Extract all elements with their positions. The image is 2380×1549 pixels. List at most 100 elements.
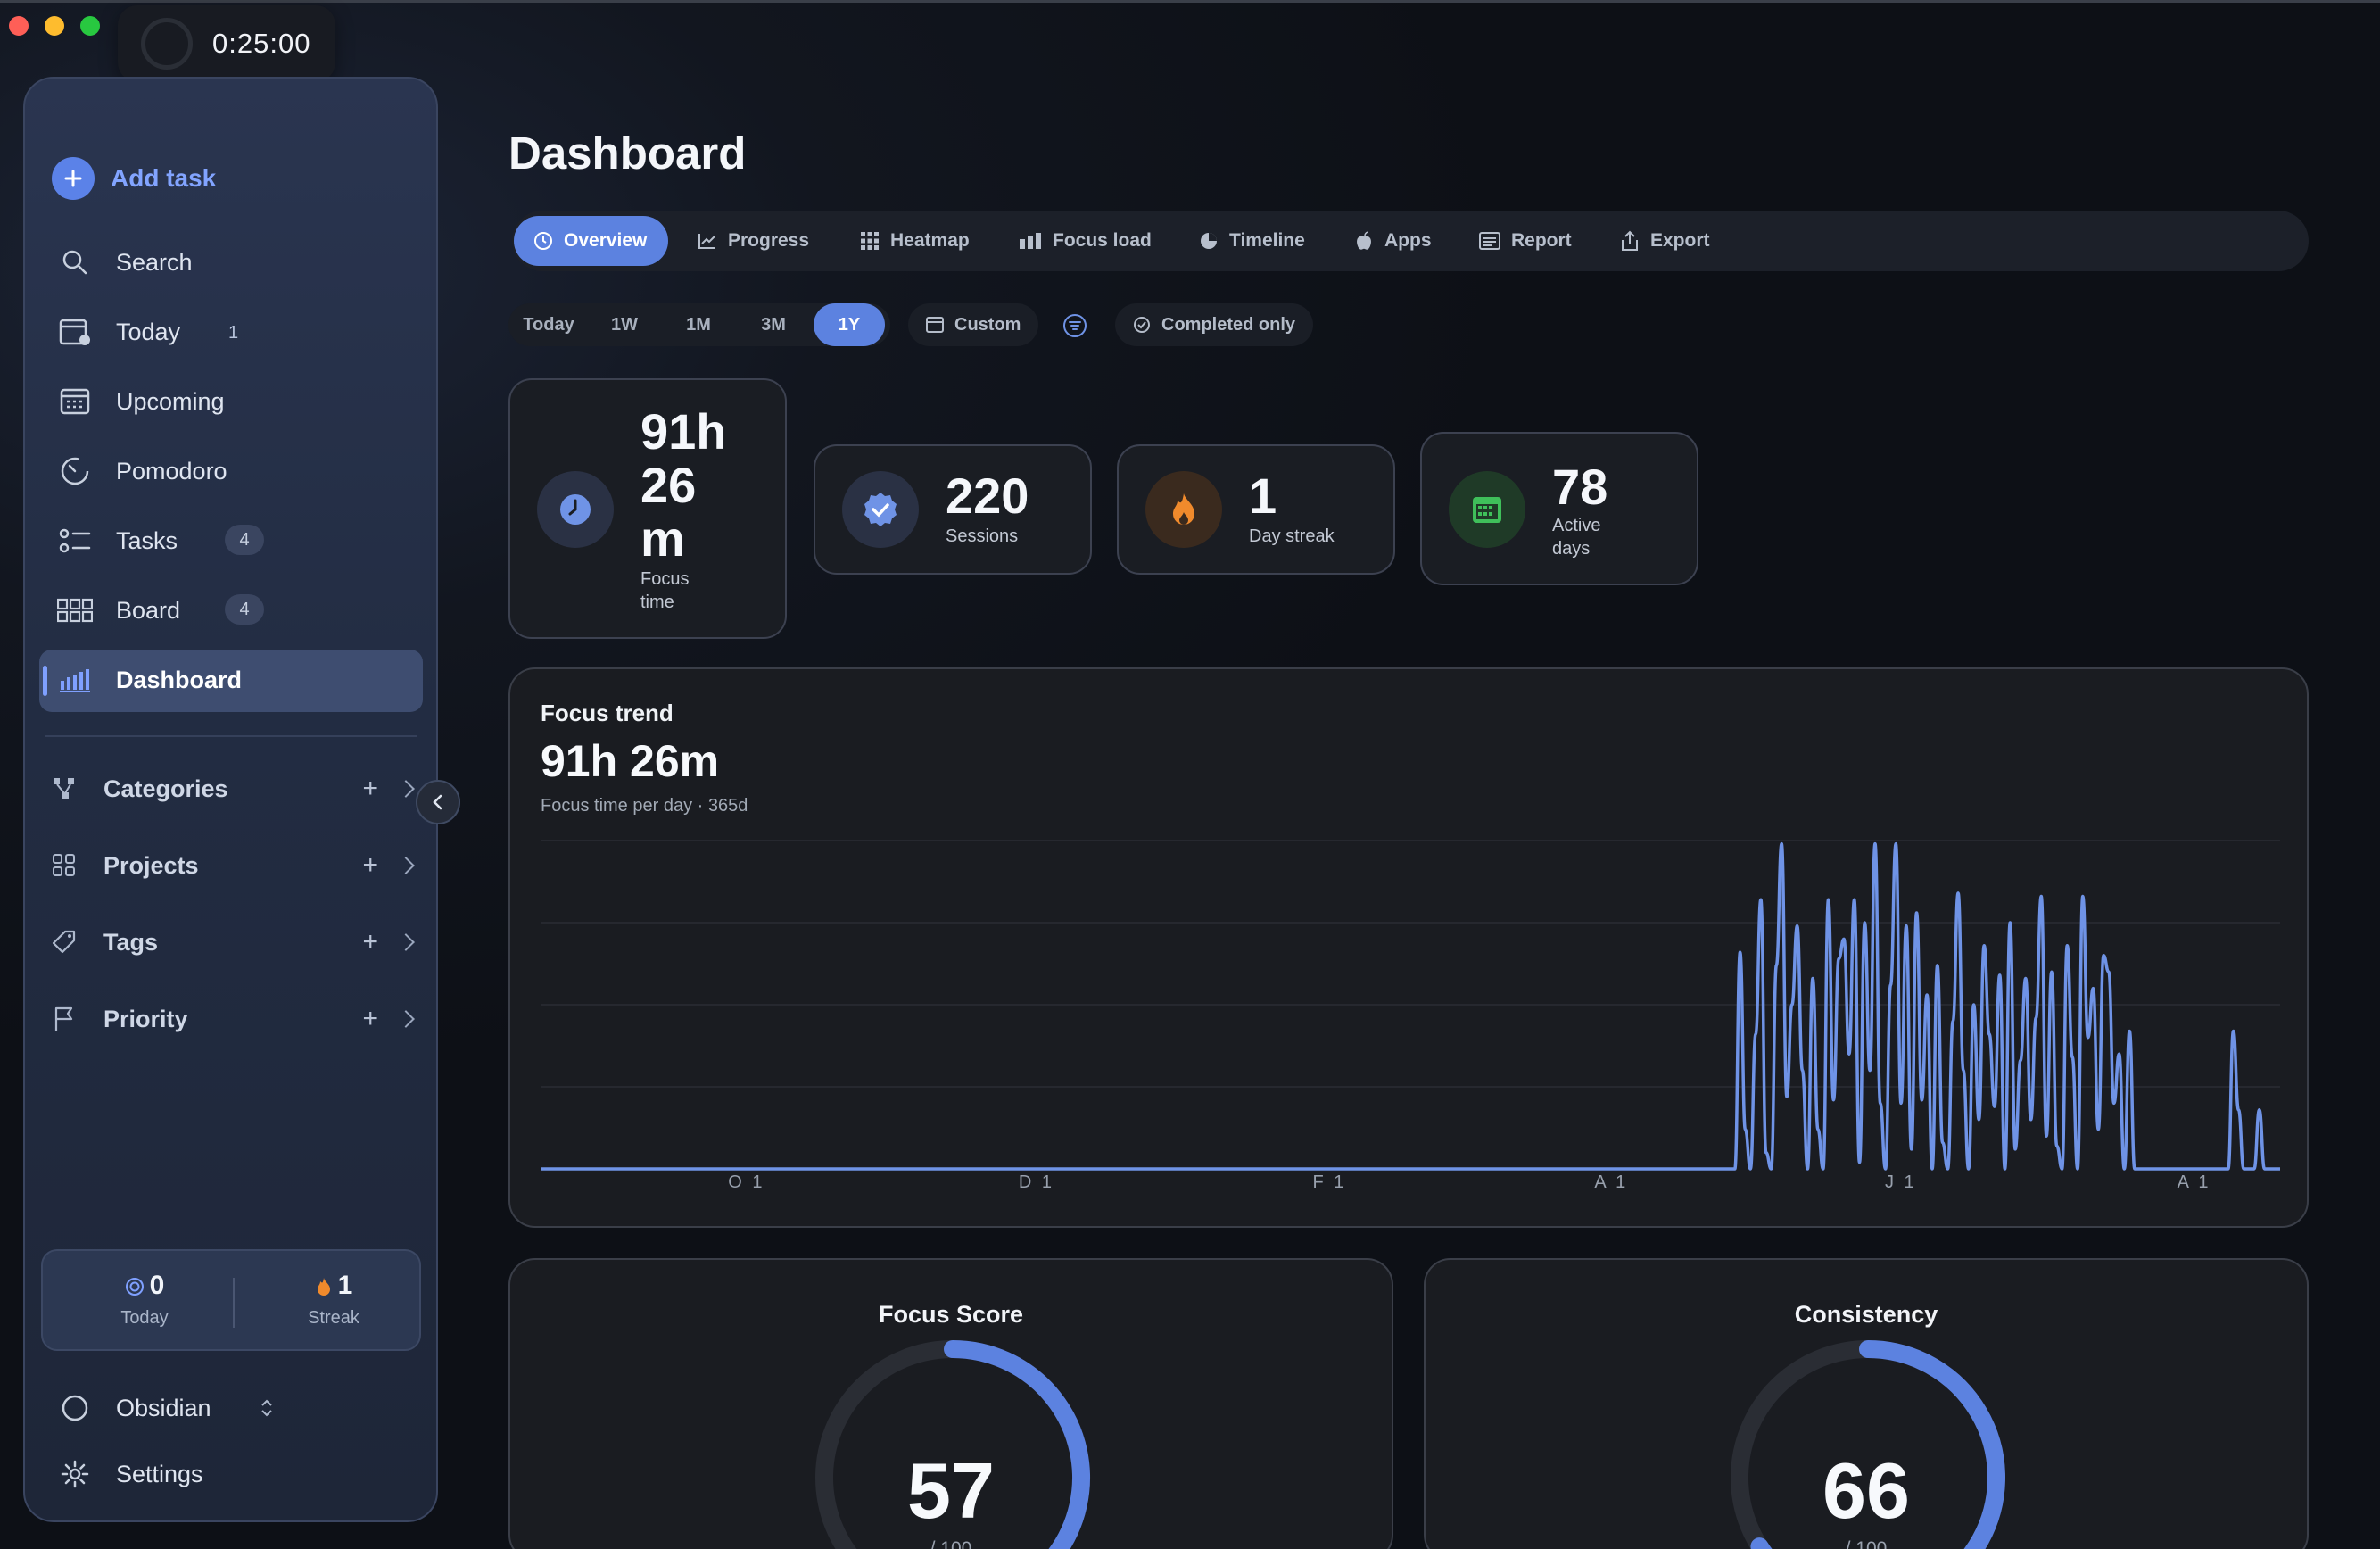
settings-button[interactable]: Settings (57, 1447, 203, 1501)
section-label: Projects (103, 851, 199, 879)
kpi-day-streak: 1 Day streak (1117, 444, 1395, 575)
sidebar-item-pomodoro[interactable]: Pomodoro (57, 444, 227, 498)
clock-icon (537, 471, 614, 548)
plus-icon (52, 157, 95, 200)
add-priority-icon[interactable]: + (362, 1004, 378, 1034)
calendar-icon (57, 384, 93, 419)
sidebar-item-label: Pomodoro (116, 457, 227, 485)
grid-dots-icon (861, 232, 879, 250)
close-window-button[interactable] (9, 16, 29, 36)
tab-progress[interactable]: Progress (698, 216, 809, 266)
kpi-focus-label-2: time (640, 592, 674, 612)
section-projects[interactable]: Projects + (46, 839, 421, 892)
add-task-button[interactable]: Add task (52, 152, 216, 205)
settings-label: Settings (116, 1460, 203, 1487)
x-tick-label: A 1 (2177, 1172, 2211, 1192)
filter-icon (1063, 314, 1087, 337)
range-1y[interactable]: 1Y (814, 303, 885, 346)
consistency-max: / 100 (1845, 1538, 1888, 1549)
sidebar-item-label: Tasks (116, 526, 178, 554)
streak-stat-label: Streak (308, 1308, 359, 1328)
x-tick-label: O 1 (728, 1172, 765, 1192)
chevron-right-icon[interactable] (397, 857, 415, 874)
add-category-icon[interactable]: + (362, 774, 378, 804)
tab-timeline[interactable]: Timeline (1199, 216, 1305, 266)
chevron-right-icon[interactable] (397, 780, 415, 798)
kpi-active-days: 78 Active days (1420, 432, 1698, 585)
tab-export[interactable]: Export (1620, 216, 1710, 266)
report-icon (1479, 232, 1500, 250)
range-1m[interactable]: 1M (662, 303, 735, 346)
custom-label: Custom (954, 314, 1021, 335)
sidebar-item-tasks[interactable]: Tasks (57, 514, 178, 567)
board-icon (57, 592, 93, 628)
sidebar-item-search[interactable]: Search (57, 236, 193, 289)
streak-stat: 1 Streak (244, 1271, 423, 1329)
chevron-right-icon[interactable] (397, 1010, 415, 1028)
custom-range-button[interactable]: Custom (908, 303, 1039, 346)
section-categories[interactable]: Categories + (46, 762, 421, 816)
flame-icon (1145, 471, 1222, 548)
pie-icon (1201, 233, 1217, 249)
range-today[interactable]: Today (508, 303, 589, 346)
tab-label: Focus load (1053, 230, 1152, 251)
tab-heatmap[interactable]: Heatmap (860, 216, 970, 266)
x-tick-label: D 1 (1018, 1172, 1055, 1192)
range-1w[interactable]: 1W (589, 303, 660, 346)
tab-label: Progress (728, 230, 810, 251)
hierarchy-icon (46, 771, 82, 807)
sidebar-item-label: Upcoming (116, 387, 225, 415)
share-icon (1622, 230, 1638, 251)
flag-icon (46, 1001, 82, 1037)
tab-apps[interactable]: Apps (1354, 216, 1432, 266)
zoom-window-button[interactable] (80, 16, 100, 36)
tab-label: Apps (1384, 230, 1432, 251)
streak-stat-value: 1 (337, 1271, 353, 1300)
section-priority[interactable]: Priority + (46, 992, 421, 1046)
consistency-value: 66 (1822, 1446, 1910, 1535)
chevron-right-icon[interactable] (397, 933, 415, 951)
add-project-icon[interactable]: + (362, 850, 378, 881)
section-tags[interactable]: Tags + (46, 915, 421, 969)
tab-label: Overview (564, 230, 648, 251)
sidebar-item-label: Today (116, 318, 181, 345)
pomodoro-timer[interactable]: 0:25:00 (118, 5, 335, 82)
kpi-active-label-2: days (1552, 539, 1591, 559)
calendar-green-icon (1449, 471, 1525, 548)
range-3m[interactable]: 3M (737, 303, 810, 346)
verified-check-icon (842, 471, 919, 548)
sidebar-item-label: Board (116, 596, 181, 624)
kpi-active-value: 78 (1552, 459, 1608, 515)
search-icon (57, 244, 93, 280)
sidebar: Add task Search Today 1 Upcoming Pomodor… (23, 77, 438, 1522)
stats-divider (233, 1278, 235, 1328)
sidebar-item-today[interactable]: Today (57, 305, 180, 359)
section-label: Categories (103, 774, 228, 802)
add-tag-icon[interactable]: + (362, 927, 378, 957)
collapse-sidebar-button[interactable] (416, 780, 460, 824)
vault-name: Obsidian (116, 1394, 211, 1421)
sidebar-item-upcoming[interactable]: Upcoming (57, 375, 225, 428)
bar-chart-icon (57, 662, 93, 698)
tasks-count-badge: 4 (225, 525, 264, 555)
tab-focus-load[interactable]: Focus load (1019, 216, 1152, 266)
focus-trend-panel: Focus trend 91h 26m Focus time per day ·… (508, 667, 2309, 1228)
minimize-window-button[interactable] (45, 16, 64, 36)
flame-icon (317, 1278, 330, 1296)
apple-icon (1357, 231, 1371, 250)
tab-label: Timeline (1229, 230, 1305, 251)
filter-button[interactable] (1062, 312, 1088, 339)
sidebar-item-dashboard[interactable]: Dashboard (57, 653, 242, 707)
sidebar-item-label: Dashboard (116, 666, 243, 693)
sidebar-item-board[interactable]: Board (57, 584, 180, 637)
vault-switcher[interactable]: Obsidian (57, 1381, 274, 1435)
bar-chart-icon (1020, 233, 1041, 249)
kpi-focus-value-2: 26 (640, 457, 697, 513)
sidebar-stats: 0 Today 1 Streak (41, 1249, 421, 1351)
completed-only-toggle[interactable]: Completed only (1115, 303, 1314, 346)
kpi-focus-time: 91h 26 m Focus time (508, 378, 787, 639)
tab-report[interactable]: Report (1479, 216, 1572, 266)
kpi-focus-label-1: Focus (640, 569, 690, 589)
tab-overview[interactable]: Overview (514, 216, 669, 266)
kpi-focus-value-3: m (640, 510, 685, 567)
